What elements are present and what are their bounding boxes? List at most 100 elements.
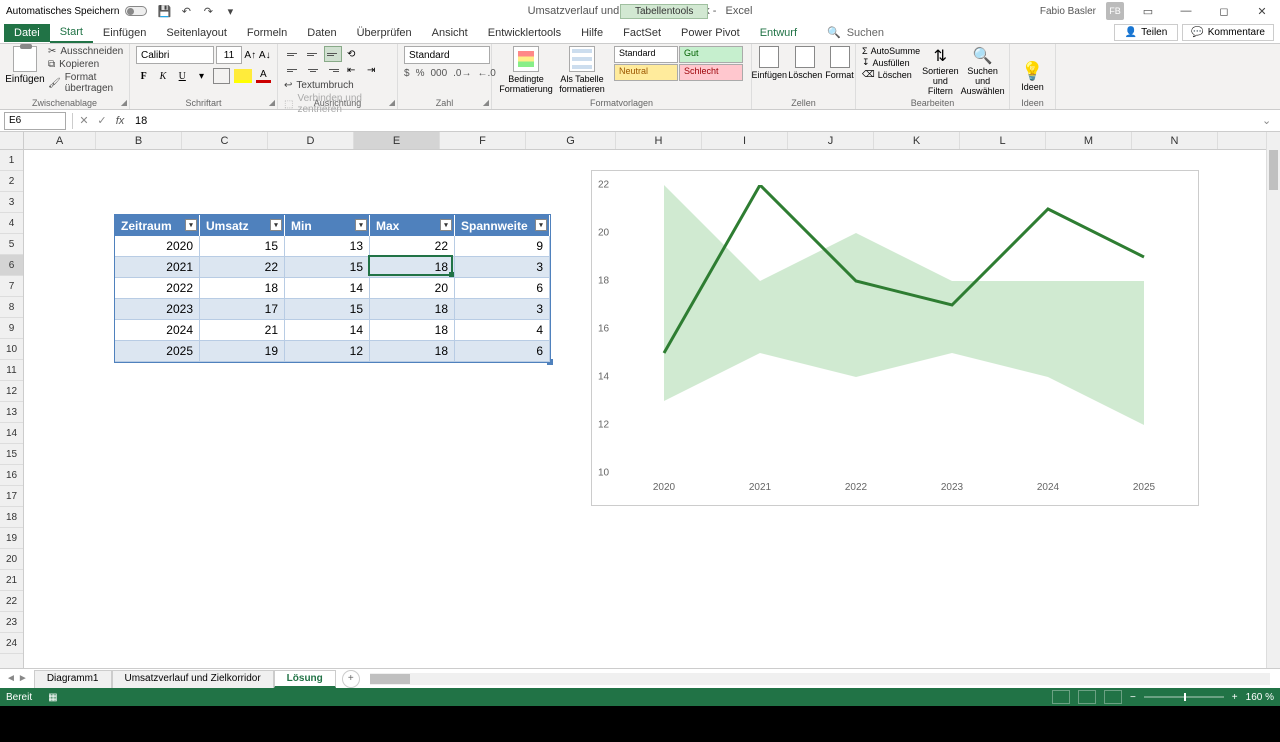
- table-cell[interactable]: 21: [200, 320, 285, 341]
- table-cell[interactable]: 14: [285, 278, 370, 299]
- col-header-G[interactable]: G: [526, 132, 616, 149]
- horizontal-scrollbar[interactable]: [370, 673, 1270, 685]
- table-header-umsatz[interactable]: Umsatz▾: [200, 215, 285, 236]
- maximize-icon[interactable]: ◻: [1210, 2, 1238, 20]
- name-box[interactable]: [4, 112, 66, 130]
- underline-button[interactable]: U: [175, 68, 190, 84]
- table-cell[interactable]: 19: [200, 341, 285, 362]
- col-header-B[interactable]: B: [96, 132, 182, 149]
- tab-factset[interactable]: FactSet: [613, 24, 671, 42]
- decrease-indent-button[interactable]: ⇤: [344, 62, 362, 78]
- new-sheet-button[interactable]: +: [342, 670, 360, 688]
- row-header-9[interactable]: 9: [0, 318, 23, 339]
- zoom-out-button[interactable]: −: [1130, 692, 1136, 703]
- style-standard[interactable]: Standard: [614, 46, 678, 63]
- col-header-J[interactable]: J: [788, 132, 874, 149]
- col-header-H[interactable]: H: [616, 132, 702, 149]
- enter-formula-icon[interactable]: ✓: [93, 114, 111, 127]
- col-header-N[interactable]: N: [1132, 132, 1218, 149]
- filter-dropdown-icon[interactable]: ▾: [270, 219, 282, 231]
- table-cell[interactable]: 2025: [115, 341, 200, 362]
- fill-button[interactable]: ↧Ausfüllen: [862, 57, 920, 68]
- ideas-button[interactable]: 💡Ideen: [1016, 61, 1049, 92]
- decrease-font-icon[interactable]: A↓: [259, 46, 272, 64]
- table-cell[interactable]: 2023: [115, 299, 200, 320]
- table-cell[interactable]: 22: [370, 236, 455, 257]
- table-row[interactable]: 20251912186: [115, 341, 550, 362]
- ribbon-mode-icon[interactable]: ▭: [1134, 2, 1162, 20]
- col-header-K[interactable]: K: [874, 132, 960, 149]
- table-cell[interactable]: 3: [455, 257, 550, 278]
- filter-dropdown-icon[interactable]: ▾: [440, 219, 452, 231]
- tab-start[interactable]: Start: [50, 23, 93, 43]
- col-header-A[interactable]: A: [24, 132, 96, 149]
- font-name-select[interactable]: [136, 46, 214, 64]
- embedded-chart[interactable]: 10121416182022202020212022202320242025: [591, 170, 1199, 506]
- zoom-level[interactable]: 160 %: [1246, 692, 1274, 703]
- align-top-button[interactable]: [284, 46, 302, 62]
- autosave[interactable]: Automatisches Speichern: [6, 6, 147, 17]
- tab-seitenlayout[interactable]: Seitenlayout: [156, 24, 237, 42]
- data-table[interactable]: Zeitraum▾Umsatz▾Min▾Max▾Spannweite▾ 2020…: [114, 214, 551, 363]
- save-icon[interactable]: 💾: [157, 4, 171, 18]
- clear-button[interactable]: ⌫Löschen: [862, 69, 920, 80]
- comments-button[interactable]: 💬Kommentare: [1182, 24, 1274, 41]
- share-button[interactable]: 👤Teilen: [1114, 24, 1179, 41]
- row-header-7[interactable]: 7: [0, 276, 23, 297]
- macro-record-icon[interactable]: ▦: [48, 692, 57, 703]
- borders-button[interactable]: [213, 68, 230, 84]
- next-sheet-icon[interactable]: ►: [18, 673, 28, 684]
- table-cell[interactable]: 2020: [115, 236, 200, 257]
- table-row[interactable]: 20231715183: [115, 299, 550, 320]
- minimize-icon[interactable]: ―: [1172, 2, 1200, 20]
- increase-indent-button[interactable]: ⇥: [364, 62, 382, 78]
- align-middle-button[interactable]: [304, 46, 322, 62]
- close-icon[interactable]: ✕: [1248, 2, 1276, 20]
- tab-entwicklertools[interactable]: Entwicklertools: [478, 24, 571, 42]
- dialog-launcher-icon[interactable]: ◢: [121, 98, 127, 107]
- align-bottom-button[interactable]: [324, 46, 342, 62]
- italic-button[interactable]: K: [155, 68, 170, 84]
- font-color-button[interactable]: A: [256, 69, 271, 83]
- underline-dropdown-icon[interactable]: ▾: [194, 68, 209, 84]
- worksheet-grid[interactable]: ABCDEFGHIJKLMN 1234567891011121314151617…: [0, 132, 1280, 668]
- style-neutral[interactable]: Neutral: [614, 64, 678, 81]
- row-header-17[interactable]: 17: [0, 486, 23, 507]
- row-header-6[interactable]: 6: [0, 255, 23, 276]
- row-header-21[interactable]: 21: [0, 570, 23, 591]
- row-header-14[interactable]: 14: [0, 423, 23, 444]
- table-resize-handle[interactable]: [547, 359, 553, 365]
- row-header-4[interactable]: 4: [0, 213, 23, 234]
- table-cell[interactable]: 18: [370, 320, 455, 341]
- font-size-select[interactable]: [216, 46, 242, 64]
- row-header-1[interactable]: 1: [0, 150, 23, 171]
- col-header-C[interactable]: C: [182, 132, 268, 149]
- table-cell[interactable]: 3: [455, 299, 550, 320]
- table-cell[interactable]: 2024: [115, 320, 200, 341]
- dialog-launcher-icon[interactable]: ◢: [269, 98, 275, 107]
- row-header-8[interactable]: 8: [0, 297, 23, 318]
- cells-area[interactable]: Zeitraum▾Umsatz▾Min▾Max▾Spannweite▾ 2020…: [24, 150, 1266, 668]
- user-avatar[interactable]: FB: [1106, 2, 1124, 20]
- dialog-launcher-icon[interactable]: ◢: [483, 98, 489, 107]
- table-cell[interactable]: 15: [285, 257, 370, 278]
- dialog-launcher-icon[interactable]: ◢: [389, 98, 395, 107]
- table-cell[interactable]: 2021: [115, 257, 200, 278]
- filter-dropdown-icon[interactable]: ▾: [185, 219, 197, 231]
- wrap-text-button[interactable]: ↩Textumbruch: [284, 80, 391, 91]
- zoom-in-button[interactable]: +: [1232, 692, 1238, 703]
- orientation-button[interactable]: ⟲: [344, 46, 362, 62]
- table-cell[interactable]: 6: [455, 341, 550, 362]
- table-cell[interactable]: 22: [200, 257, 285, 278]
- table-cell[interactable]: 18: [370, 257, 455, 278]
- currency-button[interactable]: $: [404, 68, 410, 79]
- table-cell[interactable]: 4: [455, 320, 550, 341]
- row-header-22[interactable]: 22: [0, 591, 23, 612]
- row-header-2[interactable]: 2: [0, 171, 23, 192]
- row-header-20[interactable]: 20: [0, 549, 23, 570]
- sheet-nav[interactable]: ◄►: [0, 673, 34, 684]
- undo-icon[interactable]: ↶: [179, 4, 193, 18]
- row-header-18[interactable]: 18: [0, 507, 23, 528]
- row-headers[interactable]: 123456789101112131415161718192021222324: [0, 150, 24, 668]
- table-row[interactable]: 20201513229: [115, 236, 550, 257]
